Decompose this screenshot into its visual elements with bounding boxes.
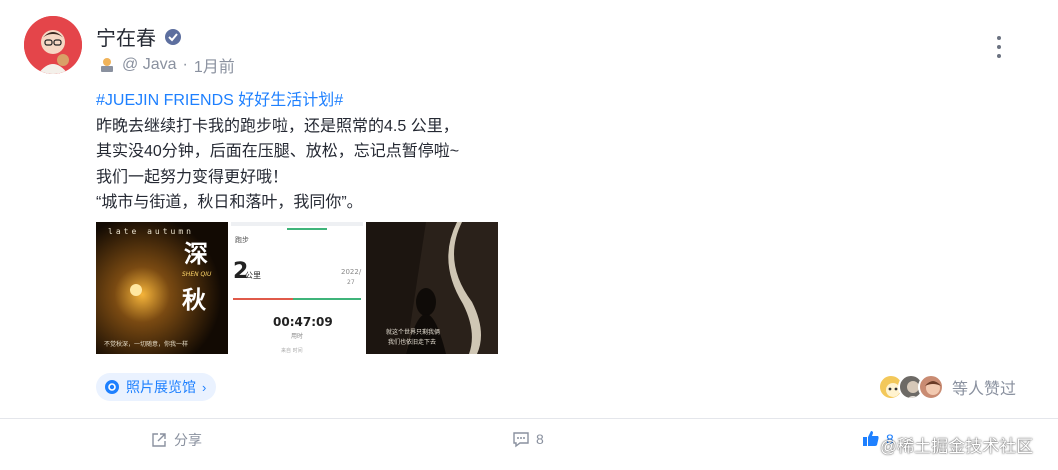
image-char-1: 深: [184, 239, 208, 268]
run-small: 27: [347, 279, 355, 286]
comment-count: 8: [536, 431, 544, 447]
image-grid: late autumn 深 SHEN QIU 秋 不觉秋深，一切随意，你我一样 …: [96, 222, 498, 354]
post-meta: @ Java · 1月前: [98, 53, 235, 77]
content-line: “城市与街道，秋日和落叶，我同你”。: [96, 194, 363, 211]
share-button[interactable]: 分享: [150, 430, 202, 450]
image-char-2: 秋: [182, 285, 207, 314]
chevron-right-icon: ›: [202, 379, 207, 395]
image-caption: 不觉秋深，一切随意，你我一样: [104, 340, 188, 348]
likers-row[interactable]: 等人赞过: [878, 374, 1016, 400]
post-image-shadow[interactable]: 就这个世界只剩我俩 我们也依旧走下去: [366, 222, 498, 354]
post-image-autumn[interactable]: late autumn 深 SHEN QIU 秋 不觉秋深，一切随意，你我一样: [96, 222, 228, 354]
liker-avatar[interactable]: [918, 374, 944, 400]
gallery-icon: [105, 380, 119, 394]
post-image-run[interactable]: 跑步 2 公里 2022/ 27 00:47:09 用时 来自 时间: [231, 222, 363, 354]
run-unit: 公里: [245, 271, 261, 280]
comment-button[interactable]: 8: [512, 430, 544, 448]
content-line: 我们一起努力变得更好哦！: [96, 168, 289, 186]
content-line: 昨晚去继续打卡我的跑步啦，还是照常的4.5 公里，: [96, 117, 459, 135]
comment-icon: [513, 432, 529, 448]
share-label: 分享: [174, 432, 202, 448]
gallery-tag-button[interactable]: 照片展览馆 ›: [96, 373, 217, 401]
shadow-caption-2: 我们也依旧走下去: [388, 338, 436, 346]
run-label-top: 跑步: [235, 235, 249, 244]
more-options-icon[interactable]: [990, 36, 1008, 58]
topic-link[interactable]: #JUEJIN FRIENDS 好好生活计划#: [96, 88, 459, 114]
verified-badge-icon: [165, 28, 181, 45]
content-line: 其实没40分钟，后面在压腿、放松，忘记点暂停啦~: [96, 143, 460, 160]
thumbs-up-icon: [863, 431, 879, 446]
level-badge-icon: [101, 58, 113, 72]
watermark: @稀土掘金技术社区: [880, 437, 1034, 456]
run-time: 00:47:09: [273, 315, 333, 329]
run-time-label: 用时: [291, 332, 303, 340]
image-pinyin: SHEN QIU: [182, 271, 212, 278]
run-bottom: 来自 时间: [281, 347, 303, 354]
meta-separator: ·: [182, 56, 188, 73]
run-year: 2022/: [341, 268, 362, 276]
image-text-top: late autumn: [108, 227, 194, 236]
author-avatar[interactable]: [24, 16, 82, 74]
circle-link[interactable]: @ Java: [122, 56, 176, 74]
author-name[interactable]: 宁在春: [96, 22, 156, 51]
likers-text: 等人赞过: [952, 381, 1017, 398]
author-name-row: 宁在春: [96, 22, 182, 51]
gallery-label: 照片展览馆: [126, 379, 196, 395]
post-time: 1月前: [193, 59, 235, 76]
shadow-caption-1: 就这个世界只剩我俩: [386, 328, 440, 336]
post-content: #JUEJIN FRIENDS 好好生活计划# 昨晚去继续打卡我的跑步啦，还是照…: [96, 88, 459, 216]
share-icon: [152, 433, 166, 447]
action-divider: [0, 418, 1058, 419]
post-card: 宁在春 @ Java · 1月前 #JUEJIN FRIENDS 好好生活计划#…: [0, 0, 1058, 470]
